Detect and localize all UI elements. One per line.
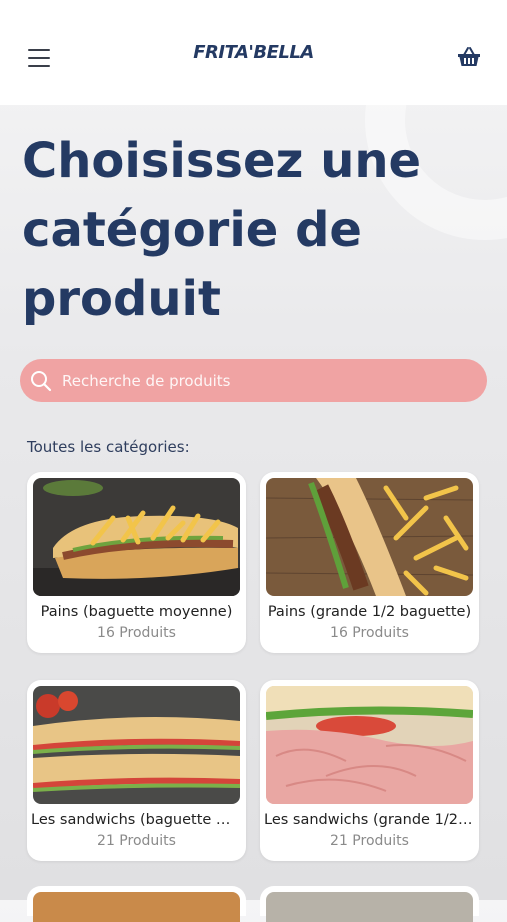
- category-image: [33, 478, 240, 596]
- category-card[interactable]: Pains (baguette moyenne) 16 Produits: [27, 472, 246, 653]
- category-product-count: 21 Produits: [330, 833, 409, 849]
- page-title: Choisissez une catégorie de produit: [22, 133, 422, 327]
- category-image: [266, 686, 473, 804]
- category-name: Les sandwichs (baguette moyenne): [31, 812, 242, 828]
- brand-logo[interactable]: FRITA'BELLA: [0, 42, 507, 63]
- category-card[interactable]: Pains (grande 1/2 baguette) 16 Produits: [260, 472, 479, 653]
- category-card[interactable]: [260, 886, 479, 922]
- category-image: [266, 478, 473, 596]
- category-product-count: 21 Produits: [97, 833, 176, 849]
- category-product-count: 16 Produits: [97, 625, 176, 641]
- category-name: Pains (baguette moyenne): [40, 604, 233, 620]
- category-name: Les sandwichs (grande 1/2 baguette): [264, 812, 475, 828]
- category-image: [33, 892, 240, 922]
- search-input[interactable]: [60, 370, 464, 391]
- category-card[interactable]: Les sandwichs (baguette moyenne) 21 Prod…: [27, 680, 246, 861]
- search-icon: [31, 370, 52, 391]
- category-product-count: 16 Produits: [330, 625, 409, 641]
- top-bar: FRITA'BELLA: [0, 0, 507, 105]
- category-image: [266, 892, 473, 922]
- category-name: Pains (grande 1/2 baguette): [267, 604, 472, 620]
- basket-icon[interactable]: [457, 46, 481, 68]
- category-card[interactable]: Les sandwichs (grande 1/2 baguette) 21 P…: [260, 680, 479, 861]
- search-bar[interactable]: [20, 359, 487, 402]
- category-card[interactable]: [27, 886, 246, 922]
- category-image: [33, 686, 240, 804]
- categories-label: Toutes les catégories:: [27, 438, 190, 456]
